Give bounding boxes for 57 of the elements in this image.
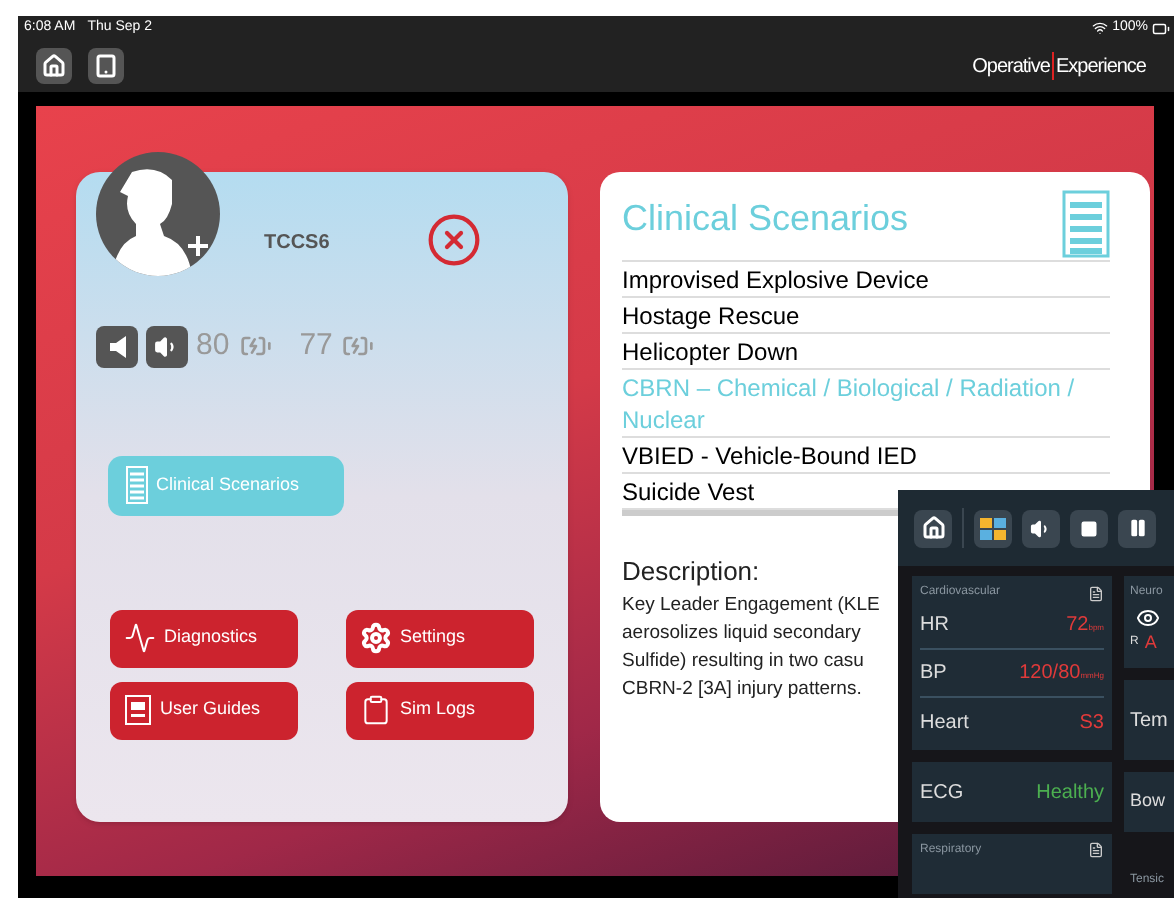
home-button[interactable] [36, 48, 72, 84]
volume-button[interactable] [1022, 509, 1060, 547]
action-button[interactable]: Sim Logs [346, 681, 534, 739]
device-name: TCCS6 [264, 230, 330, 258]
scenario-item[interactable]: VBIED - Vehicle-Bound IED [622, 439, 917, 471]
description-text: Sulfide) resulting in two casu [622, 647, 864, 675]
description-text: aerosolizes liquid secondary [622, 619, 861, 647]
vital-label: Tem [1130, 707, 1168, 735]
settings-icon [360, 622, 392, 654]
close-icon[interactable] [425, 212, 482, 268]
pause-button[interactable] [1118, 509, 1156, 547]
person-silhouette-icon [112, 168, 192, 276]
volume-icon [1030, 517, 1052, 539]
wifi-icon [1092, 20, 1109, 36]
stop-button[interactable] [1070, 509, 1108, 547]
home-button[interactable] [914, 509, 952, 547]
vital-label: BP [920, 660, 947, 688]
scenario-item[interactable]: Helicopter Down [622, 335, 799, 367]
mute-button[interactable] [96, 325, 138, 368]
scenario-item[interactable]: Suicide Vest [622, 475, 755, 507]
list-icon [126, 466, 148, 504]
volume-button[interactable] [146, 325, 188, 368]
volume-icon [154, 333, 180, 360]
scenarios-title: Clinical Scenarios [622, 196, 909, 242]
vital-label: Heart [920, 709, 969, 737]
vital-label: Bow [1130, 788, 1166, 815]
brand-text: Experience [1055, 53, 1146, 81]
plus-icon [188, 236, 208, 256]
scenario-item[interactable]: Hostage Rescue [622, 299, 800, 331]
scenario-item[interactable]: Improvised Explosive Device [622, 263, 929, 295]
stop-icon [1080, 519, 1098, 537]
battery-reading: 80 [196, 326, 230, 366]
action-button[interactable]: User Guides [110, 681, 298, 739]
eye-icon [1136, 606, 1160, 630]
pause-icon [1127, 518, 1147, 538]
description-text: Key Leader Engagement (KLE [622, 591, 880, 619]
list-icon [1062, 190, 1110, 258]
vital-label: HR [920, 612, 949, 640]
description-heading: Description: [622, 554, 760, 590]
guide-icon [124, 694, 152, 726]
layout-button[interactable] [974, 509, 1012, 547]
battery-icon [1152, 19, 1170, 37]
vital-label: ECG [920, 779, 964, 807]
brand-text: Operative [972, 53, 1050, 81]
vital-value: A [1144, 630, 1157, 656]
action-button[interactable]: Settings [346, 609, 534, 667]
home-icon [42, 54, 66, 78]
action-button[interactable]: Diagnostics [110, 609, 298, 667]
battery-reading: 77 [299, 326, 333, 366]
vital-value: Healthy [1036, 779, 1104, 807]
vital-value: S3 [1079, 709, 1104, 737]
layout-grid-icon [980, 517, 1006, 539]
clipboard-icon [360, 694, 392, 726]
speaker-icon [109, 335, 125, 358]
description-text: CBRN-2 [3A] injury patterns. [622, 675, 862, 703]
home-icon [921, 516, 945, 540]
pulse-icon [124, 622, 156, 654]
